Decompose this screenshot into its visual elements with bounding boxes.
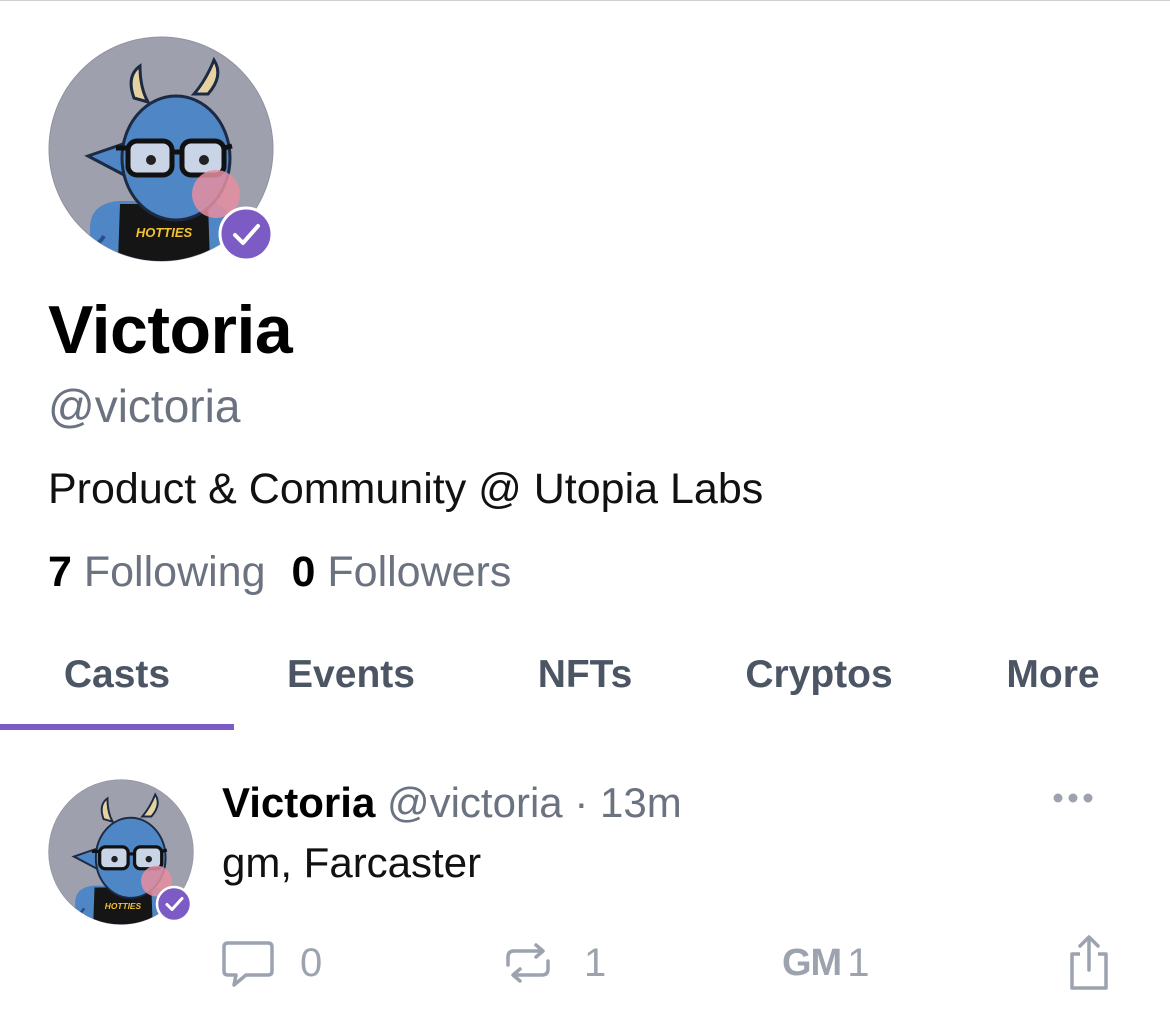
- tab-nfts[interactable]: NFTs: [468, 640, 702, 720]
- speech-bubble-icon: [220, 935, 276, 991]
- profile-stats: 7 Following 0 Followers: [48, 544, 511, 600]
- gm-count: 1: [847, 940, 870, 985]
- active-tab-indicator: [0, 724, 234, 730]
- recast-button[interactable]: 1: [500, 934, 606, 992]
- tab-events[interactable]: Events: [234, 640, 468, 720]
- followers-link[interactable]: 0 Followers: [292, 548, 512, 596]
- recast-arrows-icon: [500, 935, 556, 991]
- followers-label: Followers: [327, 548, 512, 596]
- following-label: Following: [83, 548, 266, 596]
- share-button[interactable]: [1064, 934, 1114, 992]
- verified-badge-icon: [218, 206, 274, 262]
- cast-separator: ·: [574, 779, 589, 826]
- following-link[interactable]: 7 Following: [48, 548, 266, 596]
- cast-author-handle: @victoria: [386, 779, 563, 826]
- gm-label: GM: [782, 941, 842, 984]
- cast-header: Victoria @victoria · 13m: [222, 776, 682, 830]
- reply-button[interactable]: 0: [220, 934, 322, 992]
- svg-text:HOTTIES: HOTTIES: [136, 225, 193, 240]
- cast-body: gm, Farcaster: [222, 839, 482, 886]
- tab-cryptos[interactable]: Cryptos: [702, 640, 936, 720]
- recast-count: 1: [584, 940, 607, 985]
- cast-timestamp: 13m: [599, 779, 682, 826]
- top-divider: [0, 0, 1170, 1]
- followers-count: 0: [291, 548, 316, 596]
- tab-casts[interactable]: Casts: [0, 640, 234, 720]
- svg-text:HOTTIES: HOTTIES: [105, 901, 142, 911]
- share-icon: [1064, 934, 1114, 992]
- cast-author-name[interactable]: Victoria: [222, 779, 375, 826]
- cast-verified-badge-icon: [155, 885, 193, 923]
- following-count: 7: [48, 548, 72, 596]
- ellipsis-icon[interactable]: [1050, 786, 1096, 810]
- profile-tabs: Casts Events NFTs Cryptos More: [0, 640, 1170, 732]
- profile-bio: Product & Community @ Utopia Labs: [48, 465, 764, 513]
- profile-handle: @victoria: [48, 380, 241, 432]
- reply-count: 0: [300, 940, 323, 985]
- profile-display-name: Victoria: [48, 292, 293, 368]
- tab-more[interactable]: More: [936, 640, 1170, 720]
- gm-button[interactable]: GM 1: [782, 934, 869, 992]
